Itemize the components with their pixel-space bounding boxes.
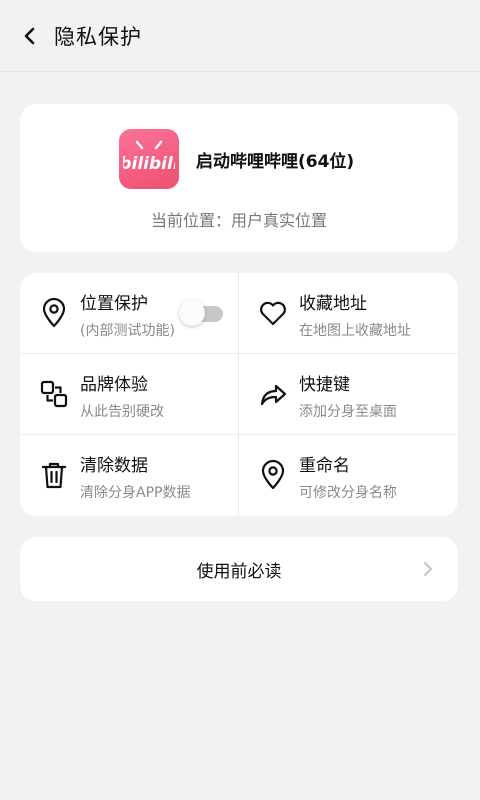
- back-button[interactable]: [18, 24, 42, 48]
- clear-data-sub: 清除分身APP数据: [80, 485, 191, 501]
- feature-grid: 位置保护 (内部测试功能) 收藏地址 在地图上收藏地址 品牌体验 从此告别硬改: [20, 273, 458, 516]
- favorite-address-title: 收藏地址: [299, 294, 367, 314]
- shortcut-text: 快捷键 添加分身至桌面: [299, 370, 397, 421]
- location-pin-icon: [42, 297, 66, 328]
- page-title: 隐私保护: [54, 24, 142, 49]
- rename-title: 重命名: [299, 456, 350, 476]
- favorite-address-sub: 在地图上收藏地址: [299, 323, 411, 339]
- current-location-text: 当前位置：用户真实位置: [150, 211, 327, 230]
- location-protect-item[interactable]: 位置保护 (内部测试功能): [20, 273, 239, 354]
- rename-sub: 可修改分身名称: [299, 485, 397, 501]
- clear-data-text: 清除数据 清除分身APP数据: [80, 451, 190, 502]
- location-pin-icon: [261, 459, 285, 490]
- svg-text:bilibili: bilibili: [123, 154, 175, 174]
- rename-text: 重命名 可修改分身名称: [299, 451, 397, 502]
- bilibili-logo-mark: bilibili: [123, 140, 175, 174]
- bilibili-logo-icon: bilibili: [119, 129, 179, 189]
- favorite-address-item[interactable]: 收藏地址 在地图上收藏地址: [239, 273, 458, 354]
- brand-experience-sub: 从此告别硬改: [80, 404, 164, 420]
- clear-data-item[interactable]: 清除数据 清除分身APP数据: [20, 435, 239, 516]
- share-arrow-icon: [260, 384, 287, 406]
- location-protect-title: 位置保护: [80, 294, 148, 314]
- shortcut-title: 快捷键: [299, 375, 350, 395]
- heart-icon: [260, 301, 286, 326]
- toggle-knob: [179, 300, 205, 326]
- header-bar: 隐私保护: [0, 0, 480, 72]
- location-protect-text: 位置保护 (内部测试功能): [80, 289, 175, 340]
- favorite-address-text: 收藏地址 在地图上收藏地址: [299, 289, 411, 340]
- location-protect-sub: (内部测试功能): [80, 323, 175, 339]
- brand-experience-text: 品牌体验 从此告别硬改: [80, 370, 164, 421]
- chevron-left-icon: [24, 27, 35, 44]
- location-protect-toggle[interactable]: [179, 300, 223, 326]
- chevron-right-icon: [424, 562, 432, 576]
- shortcut-sub: 添加分身至桌面: [299, 404, 397, 420]
- trash-icon: [41, 462, 67, 489]
- rename-item[interactable]: 重命名 可修改分身名称: [239, 435, 458, 516]
- app-info-card: bilibili 启动哔哩哔哩(64位) 当前位置：用户真实位置: [20, 104, 458, 252]
- must-read-label: 使用前必读: [196, 561, 282, 582]
- brand-experience-item[interactable]: 品牌体验 从此告别硬改: [20, 354, 239, 435]
- brand-experience-title: 品牌体验: [80, 375, 148, 395]
- clear-data-title: 清除数据: [80, 456, 148, 476]
- shortcut-item[interactable]: 快捷键 添加分身至桌面: [239, 354, 458, 435]
- app-row: bilibili 启动哔哩哔哩(64位): [119, 129, 354, 189]
- brand-swap-icon: [40, 380, 68, 408]
- must-read-button[interactable]: 使用前必读: [20, 537, 458, 601]
- app-name: 启动哔哩哔哩(64位): [196, 151, 355, 172]
